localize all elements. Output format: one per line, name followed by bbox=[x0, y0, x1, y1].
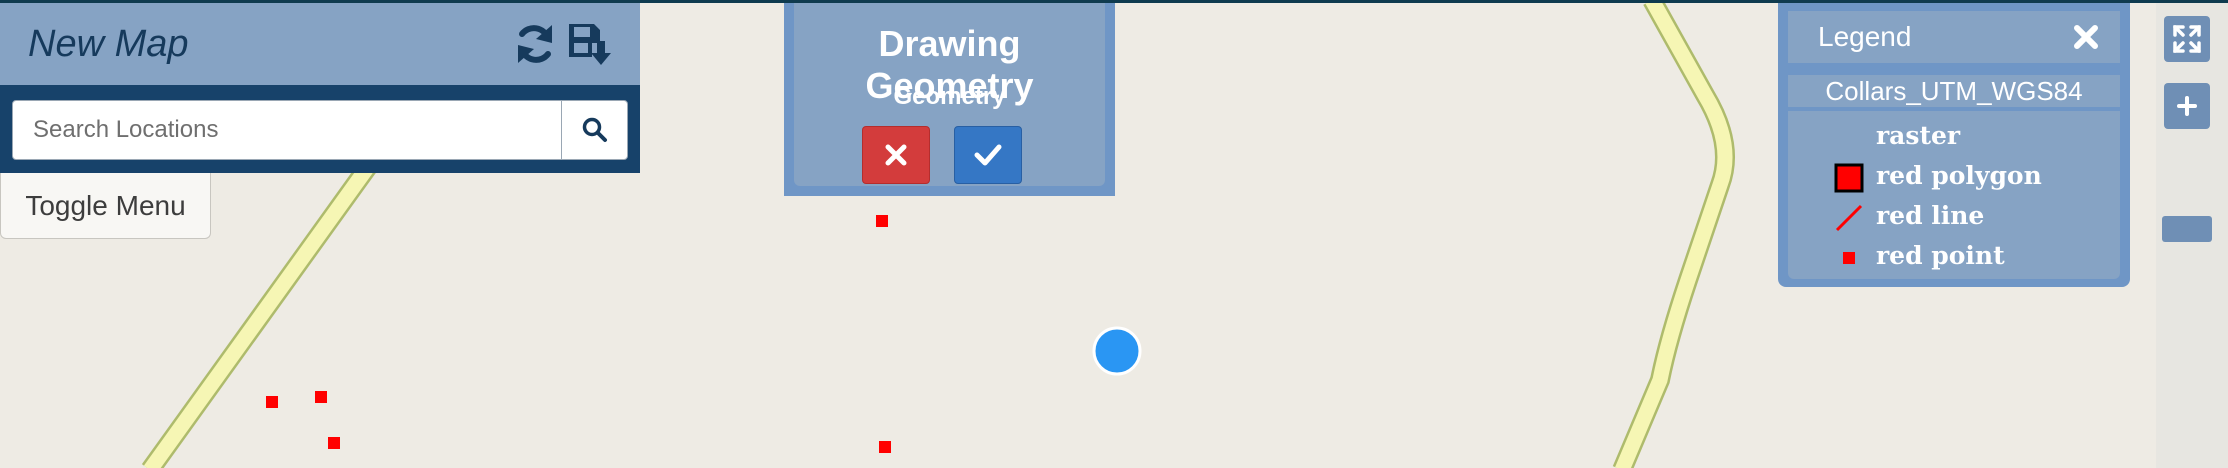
plus-icon bbox=[2177, 96, 2197, 116]
legend-panel: Legend Collars_UTM_WGS84 raster red poly… bbox=[1778, 3, 2130, 287]
road-right bbox=[1612, 0, 1735, 468]
legend-items: raster red polygon red line red point bbox=[1788, 111, 2120, 279]
close-icon[interactable] bbox=[2070, 21, 2102, 53]
legend-item: red polygon bbox=[1788, 159, 2120, 197]
legend-item: red line bbox=[1788, 199, 2120, 237]
legend-item: red point bbox=[1788, 239, 2120, 277]
location-marker[interactable] bbox=[1092, 326, 1142, 376]
legend-item-label: raster bbox=[1876, 121, 1961, 150]
refresh-icon[interactable] bbox=[512, 21, 558, 67]
expand-icon bbox=[2173, 25, 2201, 53]
times-icon bbox=[885, 144, 907, 166]
map-panel: New Map bbox=[0, 3, 640, 173]
check-icon bbox=[974, 144, 1002, 166]
line-symbol-icon bbox=[1835, 204, 1863, 232]
legend-header: Legend bbox=[1788, 11, 2120, 63]
point-symbol-icon bbox=[1843, 252, 1855, 264]
save-download-icon[interactable] bbox=[566, 21, 612, 67]
red-point-feature[interactable] bbox=[266, 396, 278, 408]
confirm-drawing-button[interactable] bbox=[954, 126, 1022, 184]
search-icon bbox=[582, 117, 607, 142]
toggle-menu-button[interactable]: Toggle Menu bbox=[0, 173, 211, 239]
drawing-subtitle: Geometry bbox=[893, 83, 1006, 110]
legend-item-label: red line bbox=[1876, 201, 1985, 230]
legend-item-label: red polygon bbox=[1876, 161, 2042, 190]
map-title: New Map bbox=[28, 23, 189, 65]
cancel-drawing-button[interactable] bbox=[862, 126, 930, 184]
polygon-symbol-icon bbox=[1834, 163, 1864, 193]
legend-title: Legend bbox=[1818, 21, 1912, 52]
zoom-in-button[interactable] bbox=[2164, 83, 2210, 129]
red-point-feature[interactable] bbox=[315, 391, 327, 403]
search-box bbox=[12, 100, 628, 160]
search-button[interactable] bbox=[561, 101, 628, 159]
red-point-feature[interactable] bbox=[879, 441, 891, 453]
map-header: New Map bbox=[0, 3, 640, 85]
search-input[interactable] bbox=[13, 101, 561, 159]
zoom-slider-handle[interactable] bbox=[2162, 216, 2212, 242]
drawing-geometry-inner: Drawing Geometry Geometry bbox=[794, 3, 1105, 186]
red-point-feature[interactable] bbox=[328, 437, 340, 449]
drawing-geometry-panel: Drawing Geometry Geometry bbox=[784, 3, 1115, 196]
legend-item-label: red point bbox=[1876, 241, 2005, 270]
legend-layer-name: Collars_UTM_WGS84 bbox=[1788, 75, 2120, 107]
red-point-feature[interactable] bbox=[876, 215, 888, 227]
legend-item: raster bbox=[1788, 119, 2120, 157]
fullscreen-button[interactable] bbox=[2164, 16, 2210, 62]
